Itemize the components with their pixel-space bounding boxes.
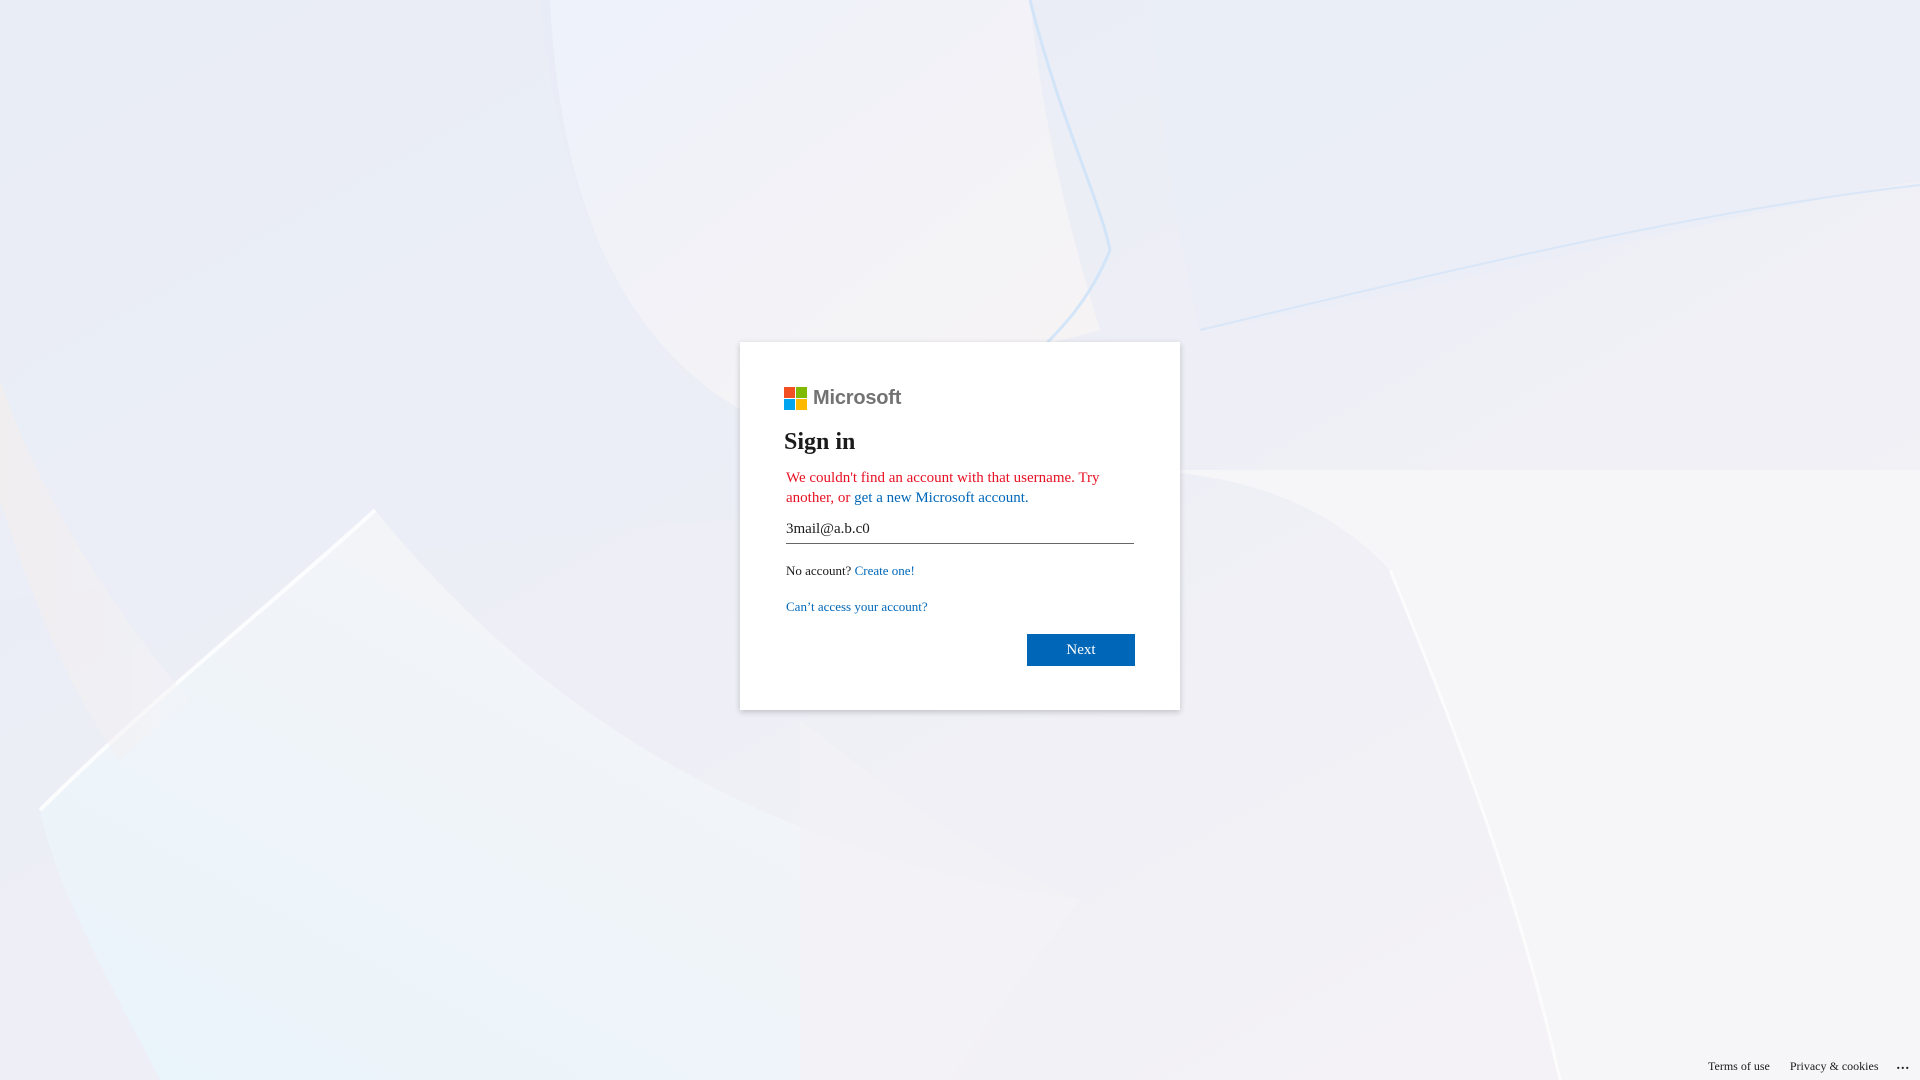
no-account-row: No account? Create one!: [786, 562, 1136, 580]
logo-yellow-square: [796, 398, 807, 410]
no-account-text: No account?: [786, 563, 852, 578]
logo-red-square: [784, 386, 795, 398]
error-message: We couldn't find an account with that us…: [786, 468, 1126, 508]
get-new-account-link[interactable]: get a new Microsoft account.: [854, 490, 1029, 506]
next-button[interactable]: Next: [1027, 634, 1135, 666]
footer: Terms of use Privacy & cookies ...: [1688, 1058, 1910, 1074]
cant-access-link[interactable]: Can’t access your account?: [786, 599, 928, 614]
microsoft-logo: Microsoft: [784, 386, 1136, 410]
logo-blue-square: [784, 398, 795, 410]
create-account-link[interactable]: Create one!: [855, 563, 915, 578]
signin-card: Microsoft Sign in We couldn't find an ac…: [740, 342, 1180, 710]
privacy-cookies-link[interactable]: Privacy & cookies: [1790, 1059, 1879, 1074]
terms-of-use-link[interactable]: Terms of use: [1708, 1059, 1770, 1074]
email-field[interactable]: [786, 516, 1134, 544]
logo-green-square: [796, 386, 807, 398]
page-title: Sign in: [784, 429, 856, 455]
logo-wordmark: Microsoft: [813, 386, 902, 409]
microsoft-logo-icon: [784, 386, 807, 410]
more-options-icon[interactable]: ...: [1897, 1058, 1911, 1074]
cant-access-row: Can’t access your account?: [786, 598, 1136, 616]
